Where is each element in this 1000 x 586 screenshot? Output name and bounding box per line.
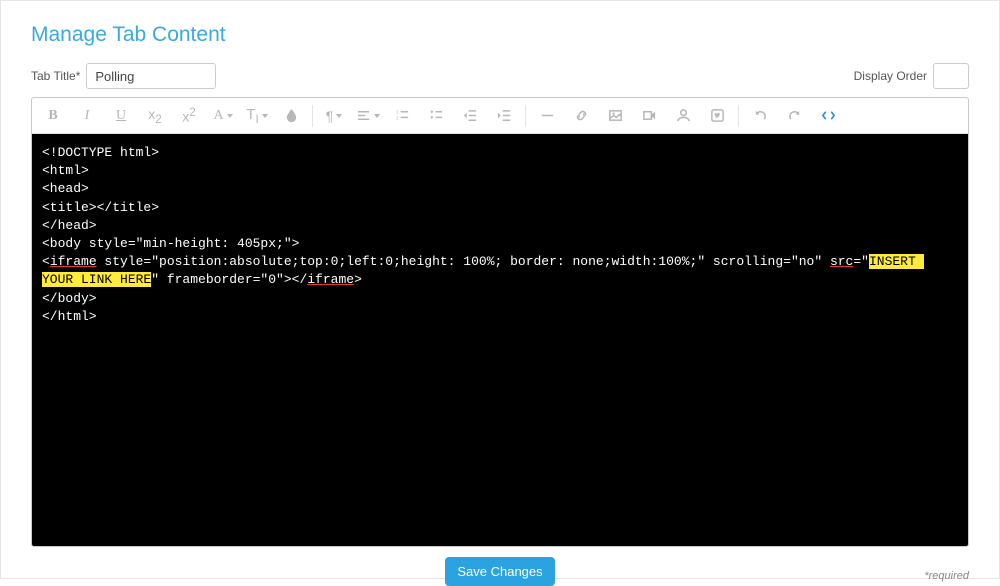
code-view-button[interactable] xyxy=(811,99,845,133)
code-line: <iframe style="position:absolute;top:0;l… xyxy=(42,254,924,269)
twitter-button[interactable] xyxy=(700,99,734,133)
subscript-button[interactable]: x2 xyxy=(138,99,172,133)
code-editor[interactable]: <!DOCTYPE html> <html> <head> <title></t… xyxy=(32,134,968,546)
color-button[interactable] xyxy=(274,99,308,133)
user-button[interactable] xyxy=(666,99,700,133)
font-size-button[interactable]: TI xyxy=(240,99,274,133)
bold-button[interactable]: B xyxy=(36,99,70,133)
tab-title-label: Tab Title* xyxy=(31,69,80,83)
code-line: <html> xyxy=(42,163,89,178)
code-line: <!DOCTYPE html> xyxy=(42,145,159,160)
undo-icon xyxy=(753,108,768,123)
droplet-icon xyxy=(284,108,299,123)
indent-icon xyxy=(497,108,512,123)
toolbar-separator xyxy=(738,105,739,127)
toolbar-separator xyxy=(525,105,526,127)
align-left-icon xyxy=(356,108,371,123)
font-size-icon: TI xyxy=(246,106,258,126)
code-icon xyxy=(821,108,836,123)
image-button[interactable] xyxy=(598,99,632,133)
italic-icon: I xyxy=(85,108,90,124)
code-line: YOUR LINK HERE" frameborder="0"></iframe… xyxy=(42,272,362,287)
underline-button[interactable]: U xyxy=(104,99,138,133)
redo-icon xyxy=(787,108,802,123)
code-line: </body> xyxy=(42,291,97,306)
toolbar-separator xyxy=(312,105,313,127)
undo-button[interactable] xyxy=(743,99,777,133)
ordered-list-icon: 12 xyxy=(395,108,410,123)
code-line: <title></title> xyxy=(42,200,159,215)
unordered-list-icon xyxy=(429,108,444,123)
font-family-button[interactable]: A xyxy=(206,99,240,133)
image-icon xyxy=(608,108,623,123)
video-button[interactable] xyxy=(632,99,666,133)
svg-text:2: 2 xyxy=(395,115,398,120)
code-line: <body style="min-height: 405px;"> xyxy=(42,236,299,251)
outdent-icon xyxy=(463,108,478,123)
display-order-input[interactable] xyxy=(933,63,969,89)
superscript-button[interactable]: x2 xyxy=(172,99,206,133)
twitter-icon xyxy=(710,108,725,123)
code-line: <head> xyxy=(42,181,89,196)
video-icon xyxy=(642,108,657,123)
link-button[interactable] xyxy=(564,99,598,133)
align-button[interactable] xyxy=(351,99,385,133)
paragraph-button[interactable]: ¶ xyxy=(317,99,351,133)
bold-icon: B xyxy=(48,108,57,124)
code-line: </head> xyxy=(42,218,97,233)
indent-button[interactable] xyxy=(487,99,521,133)
form-row: Tab Title* Display Order xyxy=(31,63,969,89)
outdent-button[interactable] xyxy=(453,99,487,133)
ordered-list-button[interactable]: 12 xyxy=(385,99,419,133)
font-family-icon: A xyxy=(213,108,223,124)
italic-button[interactable]: I xyxy=(70,99,104,133)
page-title: Manage Tab Content xyxy=(31,23,969,47)
hr-button[interactable] xyxy=(530,99,564,133)
chevron-down-icon xyxy=(227,114,233,118)
code-line: </html> xyxy=(42,309,97,324)
svg-text:1: 1 xyxy=(395,110,398,115)
chevron-down-icon xyxy=(262,114,268,118)
chevron-down-icon xyxy=(374,114,380,118)
user-icon xyxy=(676,108,691,123)
chevron-down-icon xyxy=(336,114,342,118)
editor-toolbar: B I U x2 x2 A TI ¶ 12 xyxy=(32,98,968,134)
display-order-label: Display Order xyxy=(854,69,927,83)
redo-button[interactable] xyxy=(777,99,811,133)
save-button[interactable]: Save Changes xyxy=(445,557,554,586)
underline-icon: U xyxy=(116,108,126,124)
minus-icon xyxy=(540,108,555,123)
superscript-icon: x2 xyxy=(182,106,195,125)
unordered-list-button[interactable] xyxy=(419,99,453,133)
subscript-icon: x2 xyxy=(148,106,161,126)
required-note: *required xyxy=(924,570,969,582)
tab-title-input[interactable] xyxy=(86,63,216,89)
link-icon xyxy=(574,108,589,123)
pilcrow-icon: ¶ xyxy=(326,108,334,124)
editor: B I U x2 x2 A TI ¶ 12 xyxy=(31,97,969,547)
